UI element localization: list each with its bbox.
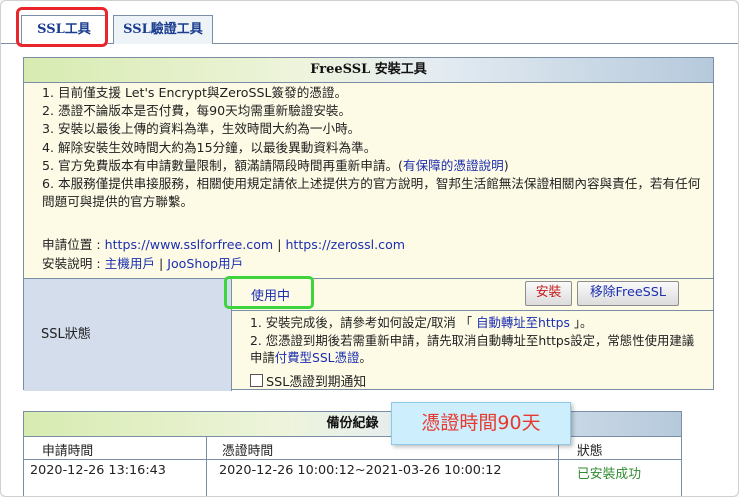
install-button[interactable]: 安裝 bbox=[525, 281, 572, 306]
note-3: 3. 安裝以最後上傳的資料為準，生效時間大約為一小時。 bbox=[42, 121, 361, 137]
col-cert-time: 憑證時間 bbox=[222, 444, 274, 459]
status-note-1-text: 1. 安裝完成後，請參考如何設定/取消 「 bbox=[250, 315, 473, 330]
remove-freessl-button[interactable]: 移除FreeSSL bbox=[577, 281, 679, 306]
ssl-status-label: SSL狀態 bbox=[41, 327, 91, 342]
ssl-status-row: SSL狀態 使用中 安裝 移除FreeSSL 1. 安裝完成後，請參考如何設定/… bbox=[24, 276, 713, 391]
host-user-link[interactable]: 主機用戶 bbox=[105, 256, 155, 271]
table-row: 2020-12-26 13:16:43 2020-12-26 10:00:12~… bbox=[24, 460, 681, 482]
note-5: 5. 官方免費版本有申請數量限制，額滿請隔段時間再重新申請。(有保障的憑證說明) bbox=[42, 157, 702, 175]
apply-info: 申請位置 : https://www.sslforfree.com | http… bbox=[42, 236, 405, 273]
backup-panel: 備份紀錄 申請時間 憑證時間 狀態 2020-12-26 13:16:43 20… bbox=[23, 411, 682, 496]
install-label: 安裝說明 : bbox=[42, 255, 105, 271]
expiry-notify-checkbox[interactable] bbox=[250, 374, 263, 387]
panel-title: FreeSSL 安裝工具 bbox=[24, 58, 713, 83]
auto-redirect-https-link[interactable]: 自動轉址至https bbox=[472, 315, 574, 330]
guaranteed-cert-link[interactable]: 有保障的憑證說明 bbox=[403, 158, 504, 173]
tab-ssl-verify-tool[interactable]: SSL驗證工具 bbox=[113, 15, 213, 44]
status-notes: 1. 安裝完成後，請參考如何設定/取消 「 自動轉址至https 」。 2. 您… bbox=[250, 314, 700, 367]
note-6: 6. 本服務僅提供串接服務，相關使用規定請依上述提供方的官方說明，智邦生活館無法… bbox=[42, 176, 701, 210]
status-note-2-end: 。 bbox=[359, 350, 372, 365]
row-cert-time: 2020-12-26 10:00:12~2021-03-26 10:00:12 bbox=[219, 463, 502, 478]
expiry-notify: SSL憑證到期通知 bbox=[250, 371, 366, 390]
sslforfree-link[interactable]: https://www.sslforfree.com bbox=[105, 237, 274, 252]
zerossl-link[interactable]: https://zerossl.com bbox=[285, 237, 405, 252]
cert-90-days-callout: 憑證時間90天 bbox=[391, 402, 571, 445]
note-2: 2. 憑證不論版本是否付費，每90天均需重新驗證安裝。 bbox=[42, 103, 352, 119]
col-state: 狀態 bbox=[577, 444, 603, 459]
apply-label: 申請位置 : bbox=[42, 237, 105, 252]
expiry-notify-label[interactable]: SSL憑證到期通知 bbox=[266, 371, 366, 390]
freessl-panel: FreeSSL 安裝工具 1. 目前僅支援 Let's Encrypt與Zero… bbox=[23, 57, 714, 391]
row-state: 已安裝成功 bbox=[577, 467, 641, 482]
backup-header-row: 申請時間 憑證時間 狀態 bbox=[24, 437, 681, 460]
apply-separator: | bbox=[273, 237, 286, 252]
note-4: 4. 解除安裝生效時間大約為15分鐘，以最後異動資料為準。 bbox=[42, 139, 377, 155]
jooshop-user-link[interactable]: JooShop用戶 bbox=[167, 256, 243, 271]
note-5-close: ) bbox=[503, 157, 509, 173]
tab-divider bbox=[1, 43, 738, 44]
note-1: 1. 目前僅支援 Let's Encrypt與ZeroSSL簽發的憑證。 bbox=[42, 85, 348, 100]
ssl-status-cell: SSL狀態 bbox=[24, 279, 232, 391]
row-apply-time: 2020-12-26 13:16:43 bbox=[30, 463, 166, 478]
install-guide: 安裝說明 : 主機用戶 | JooShop用戶 bbox=[42, 255, 405, 274]
status-note-1: 1. 安裝完成後，請參考如何設定/取消 「 自動轉址至https 」。 bbox=[250, 314, 700, 332]
note-5-text: 5. 官方免費版本有申請數量限制，額滿請隔段時間再重新申請。( bbox=[42, 157, 403, 173]
backup-title: 備份紀錄 bbox=[24, 412, 681, 437]
apply-location: 申請位置 : https://www.sslforfree.com | http… bbox=[42, 236, 405, 255]
install-separator: | bbox=[155, 255, 168, 271]
status-divider bbox=[232, 310, 713, 311]
status-highlight-box bbox=[224, 276, 314, 309]
status-note-1-end: 」。 bbox=[573, 315, 593, 330]
paid-ssl-link[interactable]: 付費型SSL憑證 bbox=[275, 350, 360, 365]
status-note-2: 2. 您憑證到期後若需重新申請，請先取消自動轉址至https設定，常態性使用建議… bbox=[250, 332, 700, 367]
notes-list: 1. 目前僅支援 Let's Encrypt與ZeroSSL簽發的憑證。 2. … bbox=[42, 84, 702, 211]
tab-highlight-box bbox=[16, 7, 108, 47]
window-frame: SSL工具 SSL驗證工具 FreeSSL 安裝工具 1. 目前僅支援 Let'… bbox=[0, 0, 739, 497]
col-apply-time: 申請時間 bbox=[42, 444, 94, 459]
